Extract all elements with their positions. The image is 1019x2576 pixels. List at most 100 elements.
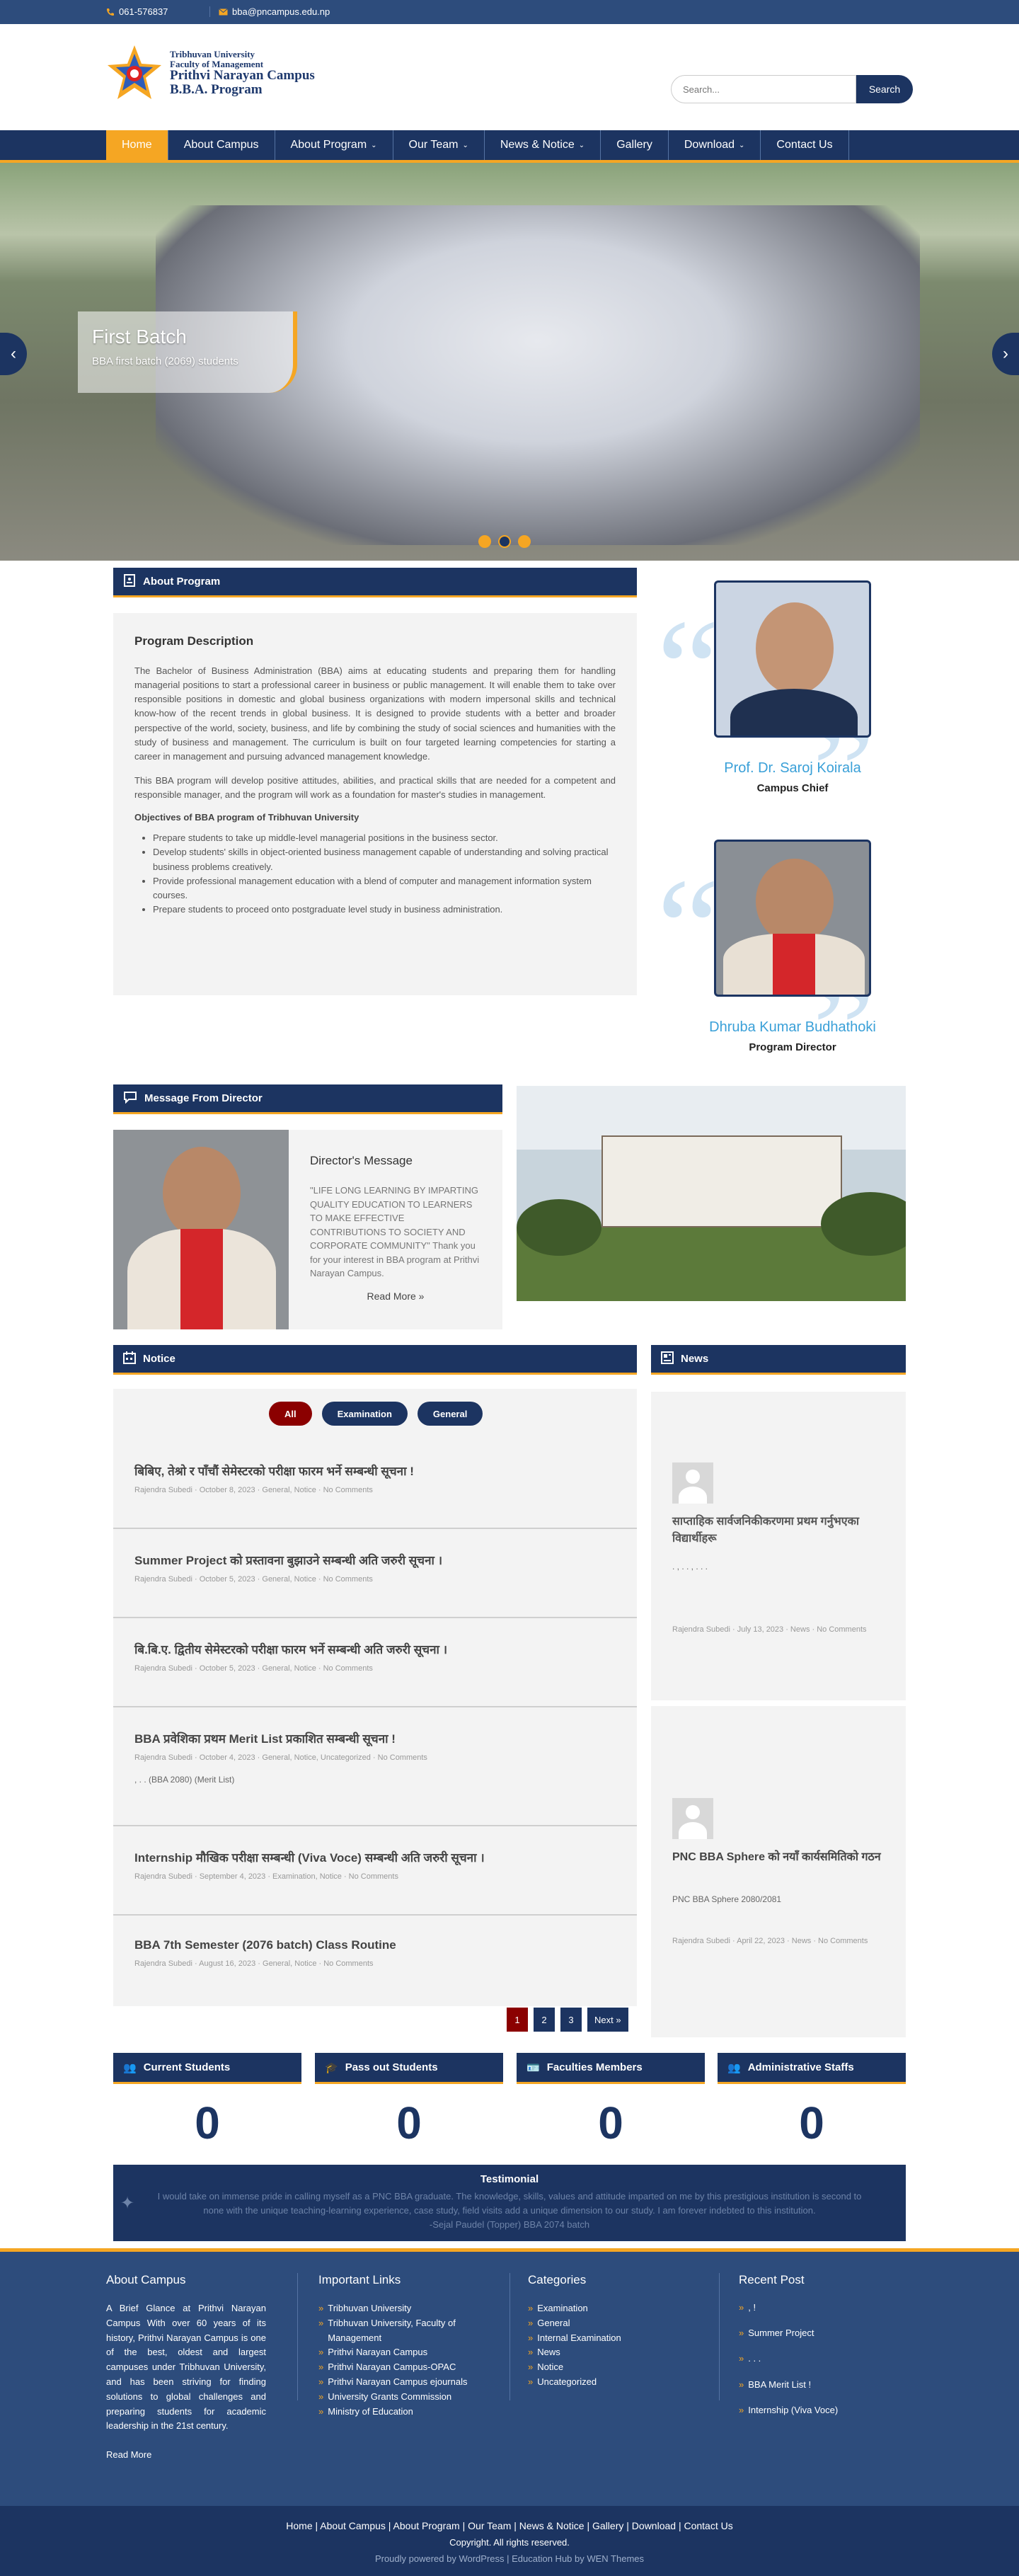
news-card[interactable]: PNC BBA Sphere को नयाँ कार्यसमितिको गठन … <box>651 1706 906 2037</box>
footer-link[interactable]: » Prithvi Narayan Campus ejournals <box>318 2375 488 2390</box>
slider-dot[interactable] <box>518 535 531 548</box>
page-3[interactable]: 3 <box>560 2008 582 2032</box>
calendar-icon <box>123 1351 136 1367</box>
notice-item[interactable]: बिबिए, तेश्रो र पाँचौं सेमेस्टरको परीक्ष… <box>113 1462 637 1529</box>
notice-title[interactable]: बि.बि.ए. द्वितीय सेमेस्टरको परीक्षा फारम… <box>134 1641 616 1657</box>
director-message-title: Director's Message <box>310 1154 413 1167</box>
testimonial-quote: I would take on immense pride in calling… <box>157 2191 862 2216</box>
notice-item[interactable]: Summer Project को प्रस्तावना बुझाउने सम्… <box>113 1552 637 1618</box>
nav-our-team[interactable]: Our Team ⌄ <box>393 130 485 160</box>
bottom-link[interactable]: Our Team <box>468 2520 511 2531</box>
filter-examination[interactable]: Examination <box>321 1402 408 1426</box>
notice-title[interactable]: BBA 7th Semester (2076 batch) Class Rout… <box>134 1938 616 1952</box>
news-title[interactable]: PNC BBA Sphere को नयाँ कार्यसमितिको गठन <box>672 1849 885 1866</box>
bottom-link[interactable]: Gallery <box>592 2520 623 2531</box>
page-1[interactable]: 1 <box>507 2008 528 2032</box>
footer-link[interactable]: » University Grants Commission <box>318 2390 488 2405</box>
list-item: Prepare students to proceed onto postgra… <box>153 903 616 917</box>
page-2[interactable]: 2 <box>534 2008 555 2032</box>
group-icon: 👥 <box>727 2061 741 2074</box>
footer-about: About Campus A Brief Glance at Prithvi N… <box>106 2273 266 2460</box>
list-item: Provide professional management educatio… <box>153 874 616 903</box>
footer-heading: Recent Post <box>739 2273 805 2286</box>
footer-link[interactable]: » Tribhuvan University <box>318 2301 488 2316</box>
news-card[interactable]: साप्ताहिक सार्वजनिकीकरणमा प्रथम गर्नुभएक… <box>651 1392 906 1700</box>
stat-label: Administrative Staffs <box>747 2061 854 2073</box>
news-title[interactable]: साप्ताहिक सार्वजनिकीकरणमा प्रथम गर्नुभएक… <box>672 1513 885 1547</box>
stat-label: Pass out Students <box>345 2061 438 2073</box>
slider-next-button[interactable]: › <box>992 333 1019 375</box>
footer-link[interactable]: » Ministry of Education <box>318 2405 488 2420</box>
footer-divider <box>719 2273 720 2400</box>
footer-link[interactable]: » Prithvi Narayan Campus-OPAC <box>318 2360 488 2375</box>
notice-title[interactable]: Summer Project को प्रस्तावना बुझाउने सम्… <box>134 1552 616 1568</box>
footer-category[interactable]: » Examination <box>528 2301 698 2316</box>
notice-item[interactable]: बि.बि.ए. द्वितीय सेमेस्टरको परीक्षा फारम… <box>113 1641 637 1707</box>
bottom-link[interactable]: Contact Us <box>684 2520 732 2531</box>
filter-general[interactable]: General <box>417 1402 483 1426</box>
next-page-button[interactable]: Next » <box>587 2008 628 2032</box>
nav-contact[interactable]: Contact Us <box>761 130 849 160</box>
stat-value: 0 <box>799 2097 824 2148</box>
slider-dot[interactable] <box>498 535 511 548</box>
section-title: Notice <box>143 1353 175 1365</box>
footer-categories: Categories » Examination » General » Intern… <box>528 2273 698 2390</box>
footer-link[interactable]: » Tribhuvan University, Faculty of Manage… <box>318 2316 488 2346</box>
stat-passout-students: 🎓 Pass out Students 0 <box>315 2053 503 2149</box>
slide-caption: First Batch BBA first batch (2069) stude… <box>78 311 297 393</box>
footer-category[interactable]: » Uncategorized <box>528 2375 698 2390</box>
slider-prev-button[interactable]: ‹ <box>0 333 27 375</box>
nav-about-campus[interactable]: About Campus <box>168 130 275 160</box>
director-message-text: "LIFE LONG LEARNING BY IMPARTING QUALITY… <box>310 1185 480 1278</box>
objectives-heading: Objectives of BBA program of Tribhuvan U… <box>134 812 359 823</box>
email-contact[interactable]: bba@pncampus.edu.np <box>209 6 330 17</box>
search-input[interactable] <box>671 75 856 103</box>
campus-chief-photo <box>714 580 871 738</box>
footer-recent: Recent Post », ! » Summer Project ». . . … <box>739 2273 909 2417</box>
bottom-link[interactable]: About Program <box>393 2520 460 2531</box>
nav-news-notice[interactable]: News & Notice ⌄ <box>485 130 601 160</box>
recent-post[interactable]: », ! <box>739 2301 909 2314</box>
read-more-link[interactable]: Read More » <box>310 1290 481 1302</box>
slider-dot[interactable] <box>478 535 491 548</box>
notice-item[interactable]: BBA 7th Semester (2076 batch) Class Rout… <box>113 1938 637 2002</box>
recent-post[interactable]: » Summer Project <box>739 2327 909 2340</box>
notice-title[interactable]: Internship मौखिक परीक्षा सम्बन्धी (Viva … <box>134 1849 616 1865</box>
recent-post[interactable]: ». . . <box>739 2352 909 2365</box>
notice-title[interactable]: बिबिए, तेश्रो र पाँचौं सेमेस्टरको परीक्ष… <box>134 1462 616 1479</box>
nav-home[interactable]: Home <box>106 130 168 160</box>
testimonial-title: Testimonial <box>480 2173 539 2185</box>
section-title: Message From Director <box>144 1092 263 1104</box>
program-description-heading: Program Description <box>134 634 254 648</box>
nav-gallery[interactable]: Gallery <box>601 130 669 160</box>
avatar <box>672 1462 713 1504</box>
footer-category[interactable]: » Notice <box>528 2360 698 2375</box>
copyright: Copyright. All rights reserved. <box>449 2537 570 2548</box>
footer-category[interactable]: » General <box>528 2316 698 2331</box>
notice-title[interactable]: BBA प्रवेशिका प्रथम Merit List प्रकाशित … <box>134 1730 616 1746</box>
recent-post[interactable]: » BBA Merit List ! <box>739 2378 909 2391</box>
recent-post[interactable]: » Internship (Viva Voce) <box>739 2404 909 2417</box>
bottom-link[interactable]: Download <box>632 2520 676 2531</box>
footer-category[interactable]: » News <box>528 2345 698 2360</box>
chevron-right-icon: › <box>1003 344 1008 363</box>
phone-contact[interactable]: 061-576837 <box>106 6 168 17</box>
bottom-link[interactable]: About Campus <box>320 2520 386 2531</box>
slide-title: First Batch <box>92 326 187 348</box>
notice-item[interactable]: BBA प्रवेशिका प्रथम Merit List प्रकाशित … <box>113 1730 637 1826</box>
site-logo[interactable]: Tribhuvan University Faculty of Manageme… <box>106 44 318 111</box>
notice-item[interactable]: Internship मौखिक परीक्षा सम्बन्धी (Viva … <box>113 1849 637 1916</box>
bottom-link[interactable]: News & Notice <box>519 2520 585 2531</box>
logo-line-3: Prithvi Narayan Campus <box>170 68 315 84</box>
footer-link[interactable]: » Prithvi Narayan Campus <box>318 2345 488 2360</box>
filter-all[interactable]: All <box>269 1402 312 1426</box>
notice-meta: Rajendra Subedi · October 5, 2023 · Gene… <box>134 1575 373 1584</box>
footer-category[interactable]: » Internal Examination <box>528 2331 698 2346</box>
nav-download[interactable]: Download ⌄ <box>669 130 761 160</box>
search-button[interactable]: Search <box>856 75 913 103</box>
chevron-down-icon: ⌄ <box>578 141 585 149</box>
footer-read-more[interactable]: Read More <box>106 2449 266 2460</box>
bottom-link[interactable]: Home <box>286 2520 312 2531</box>
nav-about-program[interactable]: About Program ⌄ <box>275 130 393 160</box>
compass-icon: ✦ <box>120 2194 135 2213</box>
